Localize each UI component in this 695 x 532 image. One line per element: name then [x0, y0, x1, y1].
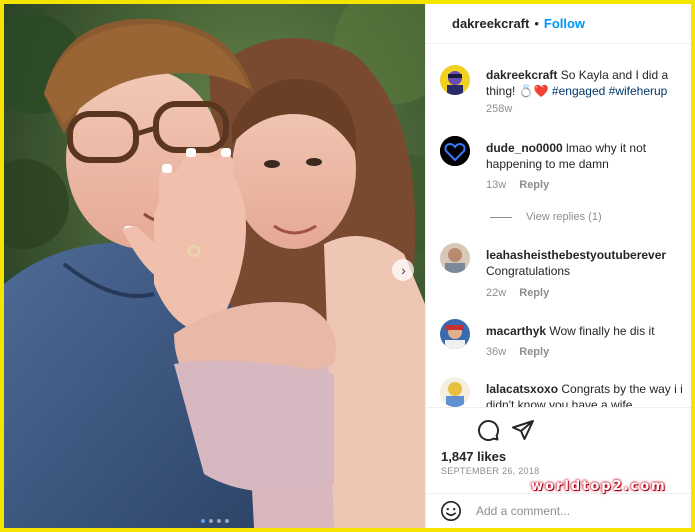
- comment-time: 22w: [486, 287, 507, 299]
- paper-plane-icon[interactable]: [511, 418, 535, 442]
- comment-time: 13w: [486, 179, 507, 191]
- post-username[interactable]: dakreekcraft: [452, 16, 529, 31]
- comment-body: Congratulations: [486, 264, 571, 278]
- comment-meta: 22w Reply: [486, 287, 549, 299]
- post-frame: › dakreekcraft • Follow dakreekcraft So …: [4, 4, 691, 528]
- avatar[interactable]: [440, 319, 470, 349]
- comment-text: leahasheisthebestyoutuberever Congratula…: [486, 247, 686, 279]
- carousel-dot-2: [208, 519, 213, 523]
- view-replies-button[interactable]: View replies (1): [490, 211, 602, 223]
- likes-count[interactable]: 1,847 likes: [441, 449, 506, 464]
- caption-time: 258w: [486, 103, 513, 115]
- post-header: dakreekcraft • Follow: [426, 4, 691, 44]
- watermark: worldtop2.com: [531, 479, 667, 494]
- comments-list[interactable]: dakreekcraft So Kayla and I did a thing!…: [426, 45, 691, 407]
- carousel-dot-4: [224, 519, 229, 523]
- caption-hashtags[interactable]: #engaged #wifeherup: [552, 84, 667, 98]
- comment-username[interactable]: macarthyk: [486, 324, 546, 338]
- engagement-photo-illustration: [4, 4, 425, 528]
- comment-input[interactable]: [476, 501, 676, 521]
- caption-text: dakreekcraft So Kayla and I did a thing!…: [486, 67, 686, 99]
- avatar[interactable]: [440, 243, 470, 273]
- comment-text: lalacatsxoxo Congrats by the way i i did…: [486, 381, 686, 407]
- post-side-panel: dakreekcraft • Follow dakreekcraft So Ka…: [425, 4, 691, 528]
- caption-username[interactable]: dakreekcraft: [486, 68, 557, 82]
- post-date: SEPTEMBER 26, 2018: [441, 466, 540, 476]
- reply-button[interactable]: Reply: [519, 346, 549, 358]
- comment-time: 36w: [486, 346, 507, 358]
- replies-line: [490, 216, 512, 218]
- reply-button[interactable]: Reply: [519, 179, 549, 191]
- carousel-next-button[interactable]: ›: [392, 259, 414, 281]
- chevron-right-icon: ›: [401, 262, 406, 278]
- carousel-indicator: [4, 519, 425, 523]
- post-photo[interactable]: ›: [4, 4, 425, 528]
- add-comment-bar: [426, 493, 691, 528]
- avatar[interactable]: [440, 136, 470, 166]
- comment-username[interactable]: leahasheisthebestyoutuberever: [486, 248, 666, 262]
- comment-meta: 13w Reply: [486, 179, 549, 191]
- header-separator: •: [534, 16, 539, 31]
- comment-bubble-icon[interactable]: [476, 418, 500, 442]
- comment-body: Wow finally he dis it: [549, 324, 655, 338]
- avatar[interactable]: [440, 377, 470, 407]
- comment-text: dude_no0000 lmao why it not happening to…: [486, 140, 686, 172]
- view-replies-label: View replies (1): [526, 211, 602, 223]
- comment-text: macarthyk Wow finally he dis it: [486, 323, 686, 339]
- comment-username[interactable]: lalacatsxoxo: [486, 382, 558, 396]
- carousel-dot-1: [200, 519, 205, 523]
- avatar[interactable]: [440, 65, 470, 95]
- comment-meta: 36w Reply: [486, 346, 549, 358]
- smiley-face-icon[interactable]: [440, 500, 462, 522]
- caption-meta: 258w: [486, 103, 512, 115]
- carousel-dot-3: [216, 519, 221, 523]
- reply-button[interactable]: Reply: [519, 287, 549, 299]
- follow-button[interactable]: Follow: [544, 16, 585, 31]
- comment-username[interactable]: dude_no0000: [486, 141, 563, 155]
